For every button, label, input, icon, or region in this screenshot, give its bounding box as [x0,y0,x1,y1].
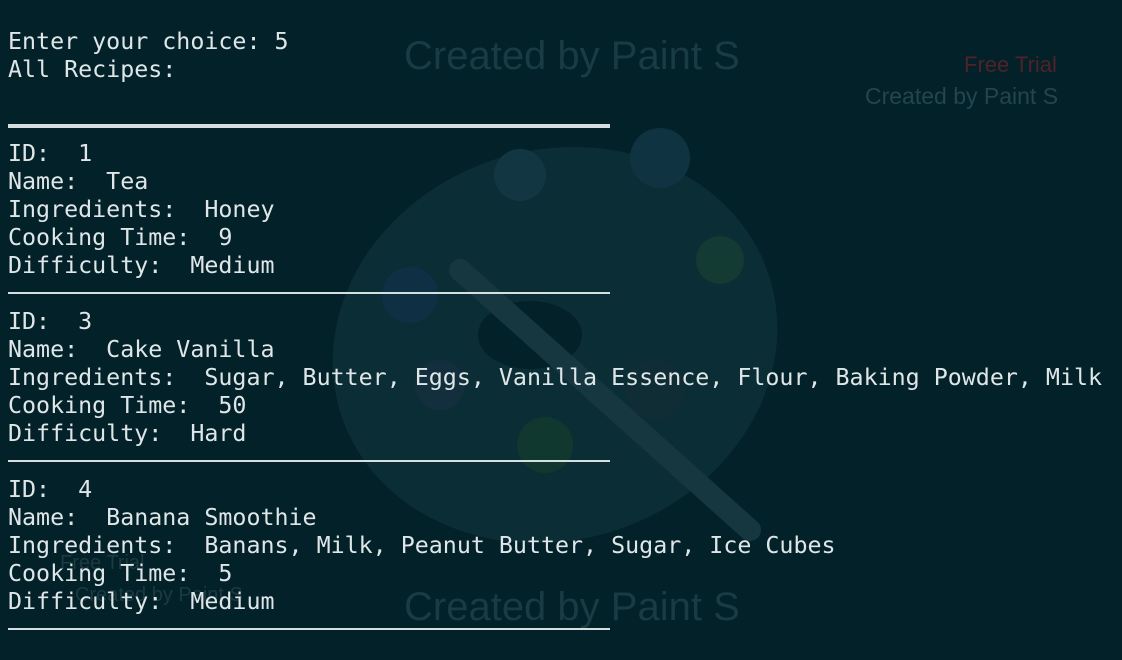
terminal-output[interactable]: Enter your choice: 5 All Recipes: ID: 1 … [0,0,1122,660]
separator [8,628,610,630]
double-separator [8,124,610,128]
recipes-heading: All Recipes: [8,56,177,83]
recipe-id: ID: 4 [8,476,93,503]
recipe-name: Name: Banana Smoothie [8,504,317,531]
recipe-name: Name: Tea [8,168,149,195]
recipe-ingredients: Ingredients: Banans, Milk, Peanut Butter… [8,532,836,559]
recipe-difficulty: Difficulty: Medium [8,252,275,279]
recipe-cooking-time: Cooking Time: 9 [8,224,233,251]
recipe-id: ID: 3 [8,308,93,335]
separator [8,292,610,294]
recipe-difficulty: Difficulty: Medium [8,588,275,615]
recipe-id: ID: 1 [8,140,93,167]
recipe-difficulty: Difficulty: Hard [8,420,247,447]
recipe-ingredients: Ingredients: Sugar, Butter, Eggs, Vanill… [8,364,1103,391]
recipe-name: Name: Cake Vanilla [8,336,275,363]
choice-prompt: Enter your choice: 5 [8,28,289,55]
recipe-cooking-time: Cooking Time: 50 [8,392,247,419]
separator [8,460,610,462]
recipe-ingredients: Ingredients: Honey [8,196,275,223]
recipe-cooking-time: Cooking Time: 5 [8,560,233,587]
